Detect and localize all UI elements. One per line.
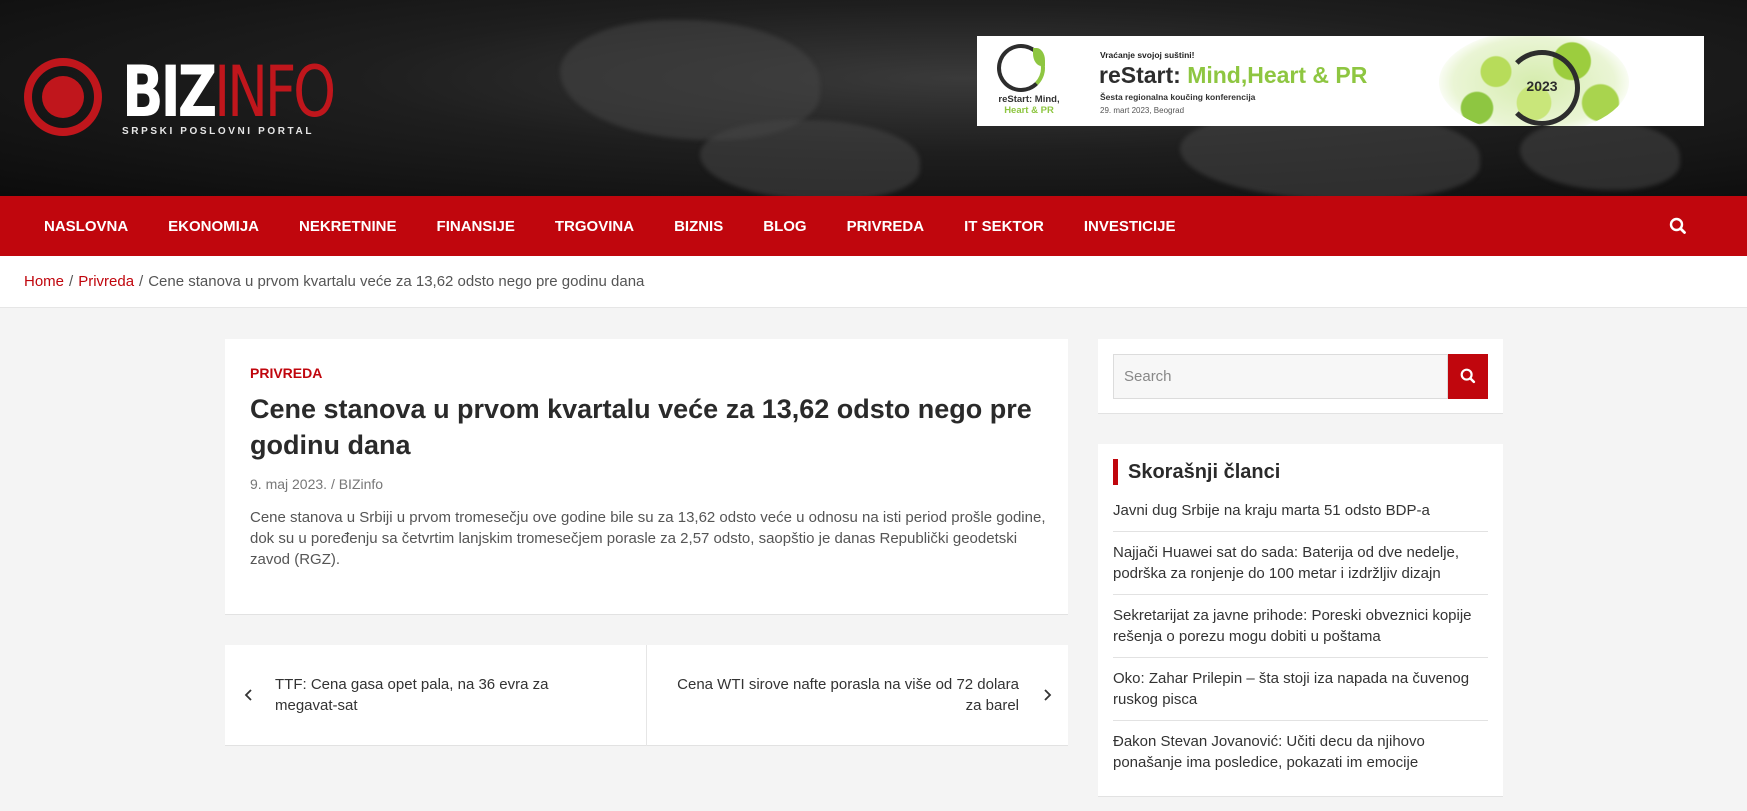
recent-articles-heading: Skorašnji članci (1113, 459, 1280, 485)
nav-item-blog[interactable]: BLOG (743, 218, 826, 235)
nav-item-trgovina[interactable]: TRGOVINA (535, 218, 654, 235)
next-post-title: Cena WTI sirove nafte porasla na više od… (677, 676, 1019, 714)
recent-article-link[interactable]: Javni dug Srbije na kraju marta 51 odsto… (1113, 500, 1488, 532)
recent-articles-list: Javni dug Srbije na kraju marta 51 odsto… (1113, 500, 1488, 793)
article-category-link[interactable]: PRIVREDA (250, 365, 322, 381)
ad-banner[interactable]: reStart: Mind, Heart & PR Vraćanje svojo… (977, 36, 1704, 126)
banner-year: 2023 (1526, 78, 1558, 94)
chevron-left-icon (244, 689, 252, 701)
logo-word-info: INFO (214, 51, 336, 133)
banner-title-main: Mind,Heart & PR (1180, 62, 1368, 88)
logo-text: BIZINFO SRPSKI POSLOVNI PORTAL (122, 57, 393, 137)
recent-article-link[interactable]: Oko: Zahar Prilepin – šta stoji iza napa… (1113, 668, 1488, 721)
banner-brand-line1: reStart: Mind, (998, 94, 1060, 105)
recent-article-link[interactable]: Najjači Huawei sat do sada: Baterija od … (1113, 542, 1488, 595)
article-title: Cene stanova u prvom kvartalu veće za 13… (250, 394, 1032, 460)
recent-article-link[interactable]: Đakon Stevan Jovanović: Učiti decu da nj… (1113, 731, 1488, 783)
world-map-decoration (700, 120, 920, 196)
banner-date: 29. mart 2023, Beograd (1100, 106, 1185, 115)
banner-title-prefix: reStart: (1099, 62, 1181, 88)
nav-item-ekonomija[interactable]: EKONOMIJA (148, 218, 279, 235)
logo-word-biz: BIZ (122, 51, 217, 133)
chevron-right-icon (1044, 689, 1052, 701)
breadcrumb-separator: / (139, 273, 144, 290)
breadcrumb-bar: Home / Privreda / Cene stanova u prvom kvart… (0, 256, 1747, 308)
next-post-link[interactable]: Cena WTI sirove nafte porasla na više od… (647, 645, 1068, 746)
post-navigation: TTF: Cena gasa opet pala, na 36 evra za … (225, 645, 1068, 746)
nav-item-it-sektor[interactable]: IT SEKTOR (944, 218, 1064, 235)
search-icon (1460, 368, 1476, 384)
banner-subtitle: Šesta regionalna koučing konferencija (1100, 92, 1256, 102)
banner-brand-line2: Heart & PR (1004, 105, 1054, 116)
recent-articles-widget: Skorašnji članci Javni dug Srbije na kra… (1098, 444, 1503, 797)
recent-article-link[interactable]: Sekretarijat za javne prihode: Poreski o… (1113, 605, 1488, 658)
banner-kicker: Vraćanje svojoj suštini! (1100, 50, 1195, 60)
nav-menu: NASLOVNA EKONOMIJA NEKRETNINE FINANSIJE TRGO… (24, 196, 1196, 256)
search-icon[interactable] (1668, 216, 1688, 236)
breadcrumb-category-link[interactable]: Privreda (78, 273, 134, 290)
site-header: BIZINFO SRPSKI POSLOVNI PORTAL reStart: … (0, 0, 1747, 196)
breadcrumb: Home / Privreda / Cene stanova u prvom kvart… (24, 273, 644, 290)
logo-wordmark: BIZINFO (122, 57, 336, 127)
breadcrumb-separator: / (69, 273, 74, 290)
main-navigation: NASLOVNA EKONOMIJA NEKRETNINE FINANSIJE TRGO… (0, 196, 1747, 256)
search-input[interactable] (1113, 354, 1448, 399)
world-map-decoration (1520, 120, 1680, 190)
article-card: PRIVREDA Cene stanova u prvom kvartalu v… (225, 339, 1068, 615)
nav-item-biznis[interactable]: BIZNIS (654, 218, 743, 235)
nav-item-nekretnine[interactable]: NEKRETNINE (279, 218, 417, 235)
banner-brand: reStart: Mind, Heart & PR (989, 94, 1069, 116)
previous-post-link[interactable]: TTF: Cena gasa opet pala, na 36 evra za … (225, 645, 646, 746)
breadcrumb-home-link[interactable]: Home (24, 273, 64, 290)
site-logo[interactable]: BIZINFO SRPSKI POSLOVNI PORTAL (24, 57, 393, 137)
nav-item-naslovna[interactable]: NASLOVNA (24, 218, 148, 235)
nav-item-finansije[interactable]: FINANSIJE (417, 218, 535, 235)
banner-title: reStart: Mind,Heart & PR (1099, 62, 1367, 89)
logo-record-icon (24, 58, 102, 136)
article-excerpt: Cene stanova u Srbiji u prvom tromesečju… (250, 509, 1046, 568)
article-meta: 9. maj 2023. / BIZinfo (250, 476, 384, 492)
nav-item-investicije[interactable]: INVESTICIJE (1064, 218, 1196, 235)
nav-item-privreda[interactable]: PRIVREDA (827, 218, 945, 235)
previous-post-title: TTF: Cena gasa opet pala, na 36 evra za … (275, 676, 549, 714)
sidebar-search-widget (1098, 339, 1503, 414)
search-button[interactable] (1448, 354, 1488, 399)
breadcrumb-current: Cene stanova u prvom kvartalu veće za 13… (148, 273, 645, 290)
